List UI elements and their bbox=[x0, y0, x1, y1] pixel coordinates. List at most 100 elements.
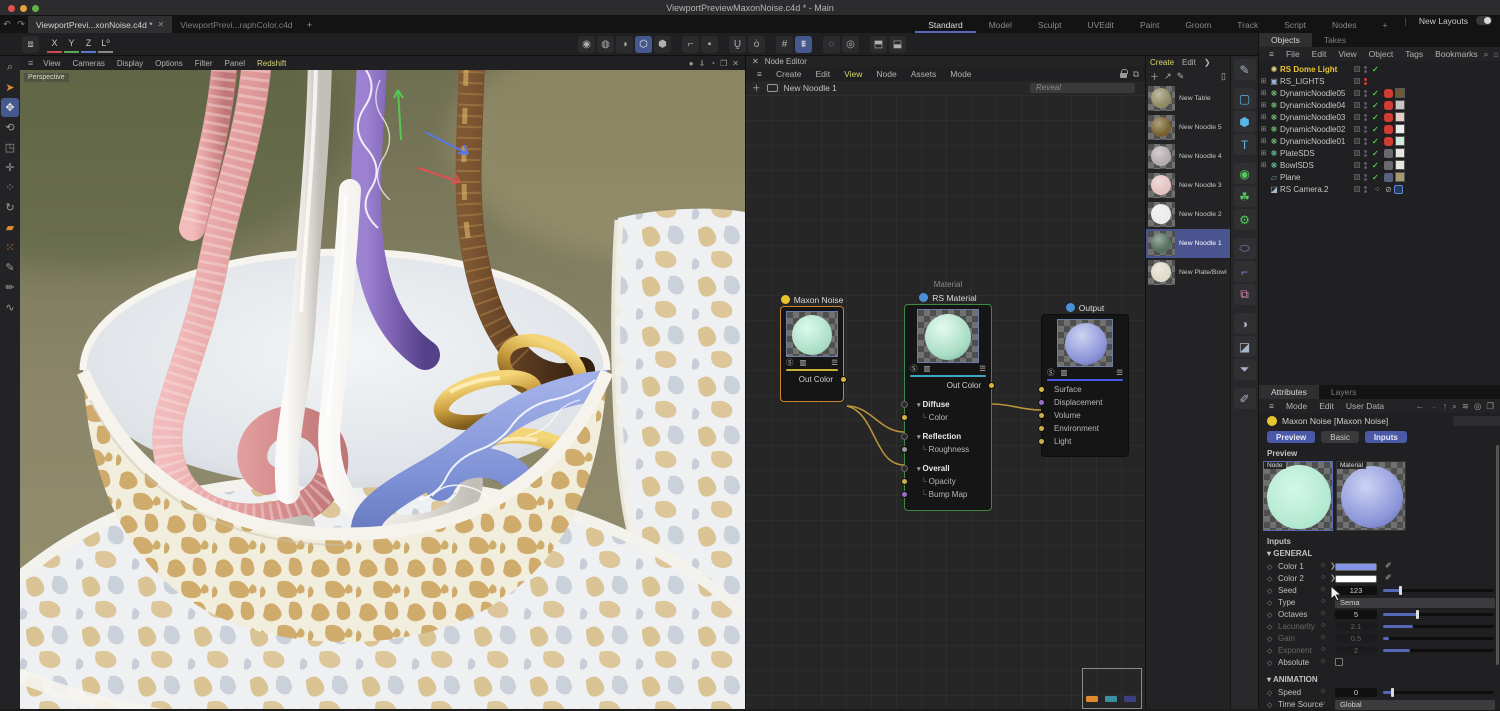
soft-rotate-tool[interactable]: ↻ bbox=[1, 198, 19, 217]
tab-objects[interactable]: Objects bbox=[1259, 33, 1312, 47]
slider-handle[interactable] bbox=[1416, 610, 1419, 619]
texture-mode-icon[interactable]: ▪ bbox=[701, 36, 718, 53]
last-tool-icon[interactable]: ⧈ bbox=[22, 36, 39, 53]
quantize-icon[interactable]: ⩩ bbox=[795, 36, 812, 53]
render-settings-icon[interactable]: ⬓ bbox=[889, 36, 906, 53]
text-spline-icon[interactable]: T bbox=[1234, 134, 1256, 155]
preview-thumb-node[interactable]: Node bbox=[1263, 461, 1333, 531]
layer-chip[interactable] bbox=[1354, 186, 1360, 192]
add-material-icon[interactable]: ＋ bbox=[1150, 70, 1159, 83]
axis-lock-x[interactable]: X bbox=[47, 36, 62, 53]
texture-tag[interactable] bbox=[1395, 100, 1405, 110]
grid-snap-icon[interactable]: # bbox=[776, 36, 793, 53]
layout-tab-sculpt[interactable]: Sculpt bbox=[1025, 16, 1075, 33]
view-button-inputs[interactable]: Inputs bbox=[1365, 431, 1407, 443]
value-field[interactable]: 0.5 bbox=[1335, 634, 1377, 643]
attr-menu-edit[interactable]: Edit bbox=[1313, 401, 1340, 411]
home-icon[interactable]: ⌂ bbox=[1493, 49, 1498, 60]
sds-tag[interactable] bbox=[1384, 149, 1393, 158]
color-picker-icon[interactable]: ✐ bbox=[1385, 561, 1392, 570]
anim-circle-icon[interactable]: ○ bbox=[1321, 634, 1325, 641]
edges-mode-icon[interactable]: ◍ bbox=[597, 36, 614, 53]
up-arrow-icon[interactable]: ↑ bbox=[1443, 401, 1447, 412]
pen-tool[interactable]: ✎ bbox=[1, 258, 19, 277]
object-row-dynamicnoodle04[interactable]: ⊞❋DynamicNoodle04✓ bbox=[1259, 99, 1500, 111]
document-tab[interactable]: ViewportPrevi...raphColor.c4d bbox=[172, 16, 300, 33]
render-check-icon[interactable]: ✓ bbox=[1372, 113, 1384, 122]
slider[interactable] bbox=[1383, 613, 1494, 616]
layer-chip[interactable] bbox=[1354, 150, 1360, 156]
generator-gear-icon[interactable]: ⚙ bbox=[1234, 209, 1256, 230]
enable-dots[interactable] bbox=[1363, 174, 1368, 181]
layer-chip[interactable] bbox=[1354, 114, 1360, 120]
color-swatch[interactable] bbox=[1335, 563, 1377, 571]
view-button-preview[interactable]: Preview bbox=[1267, 431, 1315, 443]
viewport-burger-icon[interactable]: ≡ bbox=[24, 58, 37, 68]
object-row-rs-lights[interactable]: ⊞▣RS_LIGHTS bbox=[1259, 75, 1500, 87]
node-maxon-noise[interactable]: Maxon Noise Ⓢ▥☰ Out Color bbox=[780, 293, 844, 402]
anim-circle-icon[interactable]: ○ bbox=[1321, 610, 1325, 617]
object-row-dynamicnoodle02[interactable]: ⊞❋DynamicNoodle02✓ bbox=[1259, 123, 1500, 135]
axis-lock-y[interactable]: Y bbox=[64, 36, 79, 53]
layout-tab-script[interactable]: Script bbox=[1271, 16, 1319, 33]
render-check-icon[interactable]: ✓ bbox=[1372, 173, 1384, 182]
input-port[interactable] bbox=[901, 491, 908, 498]
target-icon[interactable]: ◎ bbox=[1474, 401, 1481, 412]
output-input-volume[interactable]: Volume bbox=[1042, 409, 1128, 422]
texture-tag[interactable] bbox=[1395, 124, 1405, 134]
enable-dots[interactable] bbox=[1363, 102, 1368, 109]
material-item[interactable]: New Table bbox=[1146, 84, 1230, 113]
anim-circle-icon[interactable]: ○ bbox=[1321, 646, 1325, 653]
dynamics-tag[interactable] bbox=[1384, 101, 1393, 110]
axis-transform-tool[interactable]: ✛ bbox=[1, 158, 19, 177]
input-port[interactable] bbox=[1038, 386, 1045, 393]
material-item[interactable]: New Noodle 2 bbox=[1146, 200, 1230, 229]
material-item[interactable]: New Noodle 3 bbox=[1146, 171, 1230, 200]
rectangle-spline-icon[interactable]: ▢ bbox=[1234, 88, 1256, 109]
cloner-icon[interactable]: ☘ bbox=[1234, 186, 1256, 207]
port-diamond-icon[interactable]: ◇ bbox=[1267, 623, 1272, 631]
node-output[interactable]: Output Ⓢ▥☰ SurfaceDisplacementVolumeEnvi… bbox=[1041, 301, 1129, 457]
layout-tab-groom[interactable]: Groom bbox=[1172, 16, 1224, 33]
material-menu-edit[interactable]: Edit bbox=[1182, 58, 1196, 67]
value-field[interactable]: 2 bbox=[1335, 646, 1377, 655]
burger-icon[interactable]: ≡ bbox=[1263, 49, 1280, 59]
anim-circle-icon[interactable]: ○ bbox=[1321, 598, 1325, 605]
material-item[interactable]: New Noodle 1 bbox=[1146, 229, 1230, 258]
axis-helper-icon[interactable]: ⌐ bbox=[1234, 261, 1256, 282]
move-tool[interactable]: ✥ bbox=[1, 98, 19, 117]
new-layouts-button[interactable]: New Layouts bbox=[1411, 16, 1476, 33]
snap-enable-icon[interactable]: Ṵ bbox=[729, 36, 746, 53]
render-check-icon[interactable]: ✓ bbox=[1372, 89, 1384, 98]
layer-chip[interactable] bbox=[1354, 66, 1360, 72]
maximize-traffic-light[interactable] bbox=[32, 5, 39, 12]
solo-badge[interactable]: Ⓢ bbox=[1047, 367, 1055, 378]
image-badge[interactable]: ▥ bbox=[1061, 368, 1068, 377]
object-row-bowlsds[interactable]: ⊞❋BowlSDS✓ bbox=[1259, 159, 1500, 171]
input-port[interactable] bbox=[1038, 399, 1045, 406]
burger-icon[interactable]: ≡ bbox=[750, 69, 769, 79]
viewport-menu-view[interactable]: View bbox=[37, 59, 66, 68]
target-axis-icon[interactable]: ◎ bbox=[842, 36, 859, 53]
layer-chip[interactable] bbox=[1354, 174, 1360, 180]
value-field[interactable]: 5 bbox=[1335, 610, 1377, 619]
object-row-dynamicnoodle01[interactable]: ⊞❋DynamicNoodle01✓ bbox=[1259, 135, 1500, 147]
magnify-tool[interactable]: ⌕ bbox=[1, 58, 19, 77]
material-item[interactable]: New Noodle 4 bbox=[1146, 142, 1230, 171]
bend-deformer-icon[interactable]: ⬭ bbox=[1234, 238, 1256, 259]
material-menu-more[interactable]: ❯ bbox=[1204, 58, 1211, 67]
download-icon[interactable]: ⇓ bbox=[699, 59, 706, 68]
slider[interactable] bbox=[1383, 691, 1494, 694]
layer-chip[interactable] bbox=[1354, 102, 1360, 108]
slider[interactable] bbox=[1383, 589, 1494, 592]
scale-tool[interactable]: ◳ bbox=[1, 138, 19, 157]
texture-tag[interactable] bbox=[1395, 148, 1405, 158]
popout-icon[interactable]: ⧉ bbox=[1133, 69, 1139, 80]
symmetry-icon[interactable]: ⧉ bbox=[1234, 284, 1256, 305]
camera-tag[interactable] bbox=[1394, 185, 1403, 194]
output-input-light[interactable]: Light bbox=[1042, 435, 1128, 448]
output-input-displacement[interactable]: Displacement bbox=[1042, 396, 1128, 409]
add-layout-button[interactable]: + bbox=[1370, 16, 1401, 33]
add-document-tab-button[interactable]: + bbox=[301, 16, 319, 33]
object-mode-icon[interactable]: ⬢ bbox=[654, 36, 671, 53]
